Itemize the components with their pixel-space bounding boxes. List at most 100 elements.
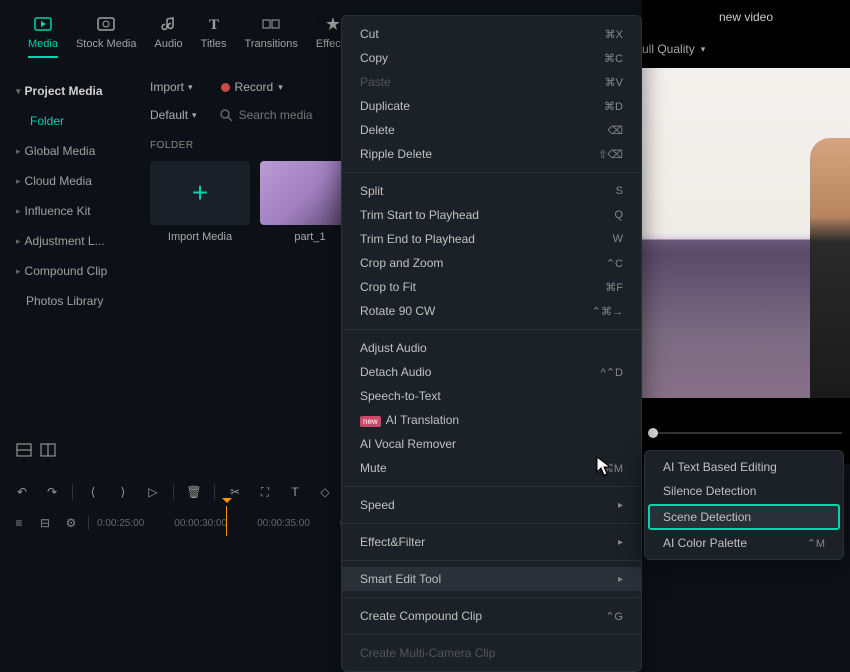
menu-separator [342,486,641,487]
menu-separator [342,634,641,635]
sidebar-item-folder[interactable]: Folder [0,106,134,136]
effects-icon [323,14,343,34]
audio-icon [159,14,179,34]
preview-scrubber[interactable] [650,432,842,434]
chevron-right-icon: ▸ [16,266,21,277]
chevron-down-icon: ▾ [192,110,197,121]
separator [173,484,174,500]
shortcut: S [616,185,623,197]
menu-item-crop-and-zoom[interactable]: Crop and Zoom⌃C [342,251,641,275]
redo-icon[interactable]: ↷ [42,482,62,502]
keyframe-icon[interactable]: ◇ [315,482,335,502]
menu-item-ai-translation[interactable]: newAI Translation [342,408,641,432]
panel-split-icon[interactable] [38,440,58,460]
menu-item-ai-vocal-remover[interactable]: AI Vocal Remover [342,432,641,456]
shortcut: ⇧⌫ [598,148,623,161]
menu-item-speech-to-text[interactable]: Speech-to-Text [342,384,641,408]
shortcut: ⌘X [605,28,623,41]
sort-select[interactable]: Default▾ [142,104,205,126]
stock-media-icon [96,14,116,34]
sidebar-item-project-media[interactable]: ▾Project Media [0,76,134,106]
menu-item-adjust-audio[interactable]: Adjust Audio [342,336,641,360]
preview-title: new video [719,10,773,24]
shortcut: ⌘D [604,100,623,113]
shortcut: ⌘V [605,76,623,89]
menu-item-duplicate[interactable]: Duplicate⌘D [342,94,641,118]
media-icon [33,14,53,34]
sidebar-item-cloud-media[interactable]: ▸Cloud Media [0,166,134,196]
menu-item-create-multi-camera-clip: Create Multi-Camera Clip [342,641,641,665]
menu-item-mute[interactable]: Mute⇧⌘M [342,456,641,480]
submenu-item-ai-color-palette[interactable]: AI Color Palette⌃M [645,531,843,555]
submenu-item-scene-detection[interactable]: Scene Detection [649,505,839,529]
chevron-down-icon: ▾ [278,82,283,93]
menu-item-effect-filter[interactable]: Effect&Filter▸ [342,530,641,554]
menu-item-copy[interactable]: Copy⌘C [342,46,641,70]
import-button[interactable]: Import▾ [142,76,201,98]
tab-titles[interactable]: T Titles [197,8,231,56]
submenu-item-silence-detection[interactable]: Silence Detection [645,479,843,503]
timeline-settings-icon[interactable]: ⚙ [62,514,80,532]
ripple-icon[interactable]: ▷ [143,482,163,502]
preview-quality-select[interactable]: ull Quality ▾ [642,42,705,56]
chevron-right-icon: ▸ [618,574,623,585]
menu-item-create-compound-clip[interactable]: Create Compound Clip⌃G [342,604,641,628]
track-list-icon[interactable]: ≡ [10,514,28,532]
menu-item-rotate-90-cw[interactable]: Rotate 90 CW⌃⌘→ [342,299,641,323]
menu-item-trim-start-to-playhead[interactable]: Trim Start to PlayheadQ [342,203,641,227]
tab-transitions[interactable]: Transitions [241,8,302,56]
media-tile-import[interactable]: + Import Media [150,161,250,243]
preview-panel: new video ull Quality ▾ [642,0,850,464]
tab-media[interactable]: Media [24,8,62,64]
menu-item-cut[interactable]: Cut⌘X [342,22,641,46]
preview-subject [810,138,850,398]
preview-video-frame[interactable] [642,68,850,398]
submenu-item-ai-text-based-editing[interactable]: AI Text Based Editing [645,455,843,479]
context-menu: Cut⌘XCopy⌘CPaste⌘VDuplicate⌘DDelete⌫Ripp… [341,15,642,672]
shortcut: ⇧⌘M [594,462,623,475]
menu-separator [342,597,641,598]
sidebar-item-photos-library[interactable]: Photos Library [0,286,134,316]
menu-item-trim-end-to-playhead[interactable]: Trim End to PlayheadW [342,227,641,251]
chevron-down-icon: ▾ [701,44,706,55]
shortcut: ⌘F [605,281,623,294]
sidebar: ▾Project Media Folder ▸Global Media ▸Clo… [0,72,134,464]
track-collapse-icon[interactable]: ⊟ [36,514,54,532]
sidebar-item-global-media[interactable]: ▸Global Media [0,136,134,166]
shortcut: ⌃M [807,537,825,550]
record-button[interactable]: Record▾ [213,76,291,98]
sidebar-item-influence-kit[interactable]: ▸Influence Kit [0,196,134,226]
shortcut: ⌃G [605,610,623,623]
menu-item-speed[interactable]: Speed▸ [342,493,641,517]
panel-layout-icon[interactable] [14,440,34,460]
tab-audio[interactable]: Audio [151,8,187,56]
shortcut: ⌘C [604,52,623,65]
shortcut: ⌃C [606,257,623,270]
shortcut: ⌃⌘→ [592,305,623,318]
titles-icon: T [204,14,224,34]
sidebar-item-compound-clip[interactable]: ▸Compound Clip [0,256,134,286]
text-icon[interactable]: T [285,482,305,502]
delete-icon[interactable]: 🗑 [184,482,204,502]
separator [72,484,73,500]
shortcut: W [613,233,623,245]
tab-stock-media[interactable]: Stock Media [72,8,141,56]
menu-item-split[interactable]: SplitS [342,179,641,203]
menu-item-crop-to-fit[interactable]: Crop to Fit⌘F [342,275,641,299]
undo-icon[interactable]: ↶ [12,482,32,502]
chevron-right-icon: ▸ [618,537,623,548]
sidebar-item-adjustment-layer[interactable]: ▸Adjustment L... [0,226,134,256]
menu-item-ripple-delete[interactable]: Ripple Delete⇧⌫ [342,142,641,166]
menu-item-smart-edit-tool[interactable]: Smart Edit Tool▸ [342,567,641,591]
playhead[interactable] [222,498,232,508]
menu-item-detach-audio[interactable]: Detach Audio^⌃D [342,360,641,384]
menu-separator [342,172,641,173]
chevron-right-icon: ▸ [16,146,21,157]
mark-out-icon[interactable]: ⟩ [113,482,133,502]
menu-separator [342,523,641,524]
menu-item-delete[interactable]: Delete⌫ [342,118,641,142]
crop-icon[interactable]: ⛶ [255,482,275,502]
plus-icon: + [192,177,208,209]
menu-separator [342,329,641,330]
mark-in-icon[interactable]: ⟨ [83,482,103,502]
